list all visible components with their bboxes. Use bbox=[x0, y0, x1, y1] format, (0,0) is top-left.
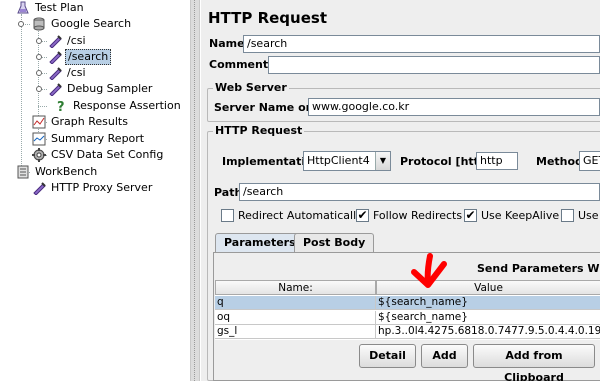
table-row[interactable]: gs_l hp.3..0l4.4275.6818.0.7477.9.5.0.4.… bbox=[215, 325, 600, 339]
http-sampler-icon bbox=[48, 50, 62, 65]
detail-button[interactable]: Detail bbox=[359, 344, 416, 368]
checkbox-label: Use multipart/form-data bbox=[578, 209, 600, 222]
test-plan-tree: Test Plan Google Search /csi /search /cs… bbox=[0, 0, 190, 381]
debug-sampler-icon bbox=[48, 82, 62, 97]
tree-item-label: Debug Sampler bbox=[67, 82, 153, 95]
thread-group-icon bbox=[32, 17, 46, 31]
checkbox-box bbox=[221, 208, 234, 222]
protocol-field[interactable]: http bbox=[476, 152, 518, 170]
test-plan-icon bbox=[16, 1, 30, 15]
add-from-clipboard-button[interactable]: Add from Clipboard bbox=[473, 344, 595, 381]
tab-parameters[interactable]: Parameters bbox=[215, 233, 305, 252]
method-select[interactable]: GET bbox=[579, 151, 600, 171]
tree-item-google-search[interactable]: Google Search bbox=[32, 16, 133, 32]
tree-item-csi-2[interactable]: /csi bbox=[48, 65, 88, 81]
expand-toggle-csi[interactable] bbox=[36, 38, 42, 44]
svg-text:?: ? bbox=[57, 100, 65, 113]
workbench-icon bbox=[16, 165, 30, 179]
tab-post-body[interactable]: Post Body bbox=[294, 233, 375, 252]
checkbox-box bbox=[561, 208, 574, 222]
checkbox-label: Use KeepAlive bbox=[481, 209, 560, 222]
expand-toggle-google-search[interactable] bbox=[18, 21, 24, 27]
tree-item-label: Test Plan bbox=[35, 1, 84, 14]
graph-icon bbox=[32, 115, 46, 129]
follow-redirects-checkbox[interactable]: ✔ Follow Redirects bbox=[356, 208, 462, 224]
http-sampler-icon bbox=[48, 34, 62, 49]
config-icon bbox=[32, 148, 46, 162]
tree-item-label: WorkBench bbox=[35, 165, 98, 178]
parameters-table: q ${search_name} oq ${search_name} gs_l … bbox=[215, 295, 600, 340]
param-name-cell[interactable]: gs_l bbox=[215, 325, 376, 339]
method-value: GET bbox=[583, 154, 600, 167]
redirect-automatically-checkbox[interactable]: Redirect Automatically bbox=[221, 208, 363, 224]
http-request-group-title: HTTP Request bbox=[213, 124, 305, 137]
name-field[interactable]: /search bbox=[243, 35, 600, 53]
expand-toggle-debug[interactable] bbox=[36, 86, 42, 92]
tree-guide-line bbox=[38, 106, 47, 107]
pane-splitter[interactable] bbox=[190, 0, 200, 381]
tree-item-label: Response Assertion bbox=[73, 99, 181, 112]
tree-item-label: HTTP Proxy Server bbox=[51, 181, 153, 194]
tree-guide-line bbox=[21, 14, 22, 172]
param-name-cell[interactable]: q bbox=[215, 296, 376, 310]
table-row[interactable]: oq ${search_name} bbox=[215, 311, 600, 325]
implementation-select[interactable]: HttpClient4 ▼ bbox=[303, 151, 391, 171]
proxy-icon bbox=[32, 181, 46, 196]
expand-toggle-csi-2[interactable] bbox=[36, 70, 42, 76]
table-row-selected[interactable]: q ${search_name} bbox=[215, 296, 600, 310]
column-header-name[interactable]: Name: bbox=[215, 280, 376, 295]
tree-item-response-assertion[interactable]: ? Response Assertion bbox=[54, 98, 183, 115]
tree-item-label: /csi bbox=[67, 66, 86, 79]
tree-item-graph-results[interactable]: Graph Results bbox=[32, 114, 130, 130]
param-value-cell[interactable]: hp.3..0l4.4275.6818.0.7477.9.5.0.4.4.0.1… bbox=[376, 325, 600, 339]
tree-item-csv-data-set[interactable]: CSV Data Set Config bbox=[32, 147, 165, 163]
tree-item-label: Summary Report bbox=[51, 132, 145, 145]
use-keepalive-checkbox[interactable]: ✔ Use KeepAlive bbox=[464, 208, 559, 224]
check-icon: ✔ bbox=[356, 207, 369, 222]
tree-item-label: Google Search bbox=[51, 17, 132, 30]
add-button[interactable]: Add bbox=[421, 344, 468, 368]
tree-item-debug-sampler[interactable]: Debug Sampler bbox=[48, 81, 154, 97]
assertion-icon: ? bbox=[54, 99, 68, 115]
send-parameters-caption: Send Parameters With the Request: bbox=[477, 262, 600, 275]
tree-item-test-plan[interactable]: Test Plan bbox=[16, 0, 86, 16]
tree-item-label: /csi bbox=[67, 34, 86, 47]
checkbox-label: Follow Redirects bbox=[373, 209, 463, 222]
tree-item-workbench[interactable]: WorkBench bbox=[16, 164, 99, 180]
report-icon bbox=[32, 132, 46, 146]
http-sampler-icon bbox=[48, 66, 62, 81]
path-field[interactable]: /search bbox=[239, 183, 600, 201]
tree-item-summary-report[interactable]: Summary Report bbox=[32, 131, 146, 147]
implementation-value: HttpClient4 bbox=[307, 154, 370, 167]
tree-item-search-selected[interactable]: /search bbox=[48, 49, 112, 65]
page-title: HTTP Request bbox=[208, 9, 327, 27]
tree-item-http-proxy-server[interactable]: HTTP Proxy Server bbox=[32, 180, 154, 196]
expand-toggle-search[interactable] bbox=[36, 54, 42, 60]
comments-field[interactable] bbox=[268, 56, 600, 74]
use-multipart-checkbox[interactable]: Use multipart/form-data bbox=[561, 208, 600, 224]
param-name-cell[interactable]: oq bbox=[215, 311, 376, 325]
tree-item-label: /search bbox=[65, 49, 112, 65]
server-name-field[interactable]: www.google.co.kr bbox=[308, 98, 600, 116]
tree-item-csi[interactable]: /csi bbox=[48, 33, 88, 49]
tree-item-label: Graph Results bbox=[51, 115, 128, 128]
red-arrow-annotation bbox=[411, 253, 447, 288]
checkbox-label: Redirect Automatically bbox=[238, 209, 363, 222]
tree-item-label: CSV Data Set Config bbox=[51, 148, 164, 161]
param-value-cell[interactable]: ${search_name} bbox=[376, 311, 600, 325]
web-server-title: Web Server bbox=[213, 81, 289, 94]
http-request-panel: HTTP Request Name: /search Comments: Web… bbox=[201, 0, 600, 381]
param-value-cell[interactable]: ${search_name} bbox=[376, 296, 600, 310]
check-icon: ✔ bbox=[464, 207, 477, 222]
chevron-down-icon: ▼ bbox=[375, 152, 390, 170]
